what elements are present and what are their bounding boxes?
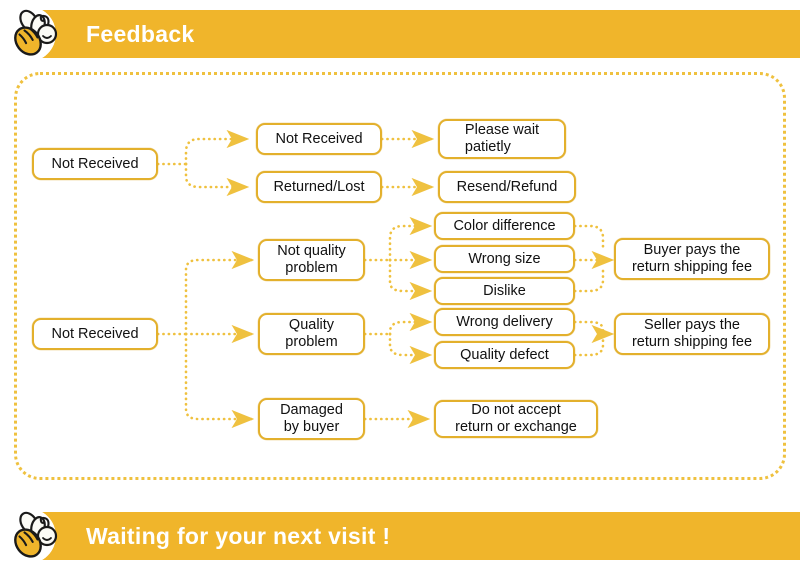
node-wrong-size[interactable]: Wrong size bbox=[434, 245, 575, 273]
node-label: Wrong size bbox=[468, 250, 541, 267]
node-label: Quality problem bbox=[285, 317, 338, 350]
node-label: Not Received bbox=[51, 325, 139, 342]
node-label: Please wait patietly bbox=[464, 122, 540, 155]
node-label: Buyer pays the return shipping fee bbox=[631, 242, 753, 275]
node-not-quality-problem[interactable]: Not quality problem bbox=[258, 239, 365, 281]
node-label: Not Received bbox=[275, 130, 363, 147]
node-label: Not quality problem bbox=[277, 243, 346, 276]
node-quality-problem[interactable]: Quality problem bbox=[258, 313, 365, 355]
node-label: Do not accept return or exchange bbox=[455, 402, 577, 435]
node-do-not-accept[interactable]: Do not accept return or exchange bbox=[434, 400, 598, 438]
node-buyer-pays[interactable]: Buyer pays the return shipping fee bbox=[614, 238, 770, 280]
node-damaged-by-buyer[interactable]: Damaged by buyer bbox=[258, 398, 365, 440]
node-seller-pays[interactable]: Seller pays the return shipping fee bbox=[614, 313, 770, 355]
header-watermark bbox=[598, 14, 768, 50]
footer-title: Waiting for your next visit ! bbox=[86, 523, 391, 549]
node-color-difference[interactable]: Color difference bbox=[434, 212, 575, 240]
footer-banner: Waiting for your next visit ! bbox=[0, 511, 800, 560]
node-root-top[interactable]: Not Received bbox=[32, 148, 158, 180]
node-resend-refund[interactable]: Resend/Refund bbox=[438, 171, 576, 203]
node-label: Returned/Lost bbox=[273, 178, 365, 195]
node-root-bottom[interactable]: Not Received bbox=[32, 318, 158, 350]
node-label: Not Received bbox=[51, 155, 139, 172]
node-label: Wrong delivery bbox=[456, 313, 553, 330]
node-label: Seller pays the return shipping fee bbox=[631, 317, 753, 350]
node-label: Dislike bbox=[483, 282, 526, 299]
node-quality-defect[interactable]: Quality defect bbox=[434, 341, 575, 369]
node-label: Resend/Refund bbox=[456, 178, 558, 195]
header-banner: Feedback bbox=[0, 9, 800, 58]
bee-icon bbox=[14, 9, 58, 56]
node-not-received-2[interactable]: Not Received bbox=[256, 123, 382, 155]
page-title: Feedback bbox=[86, 21, 195, 47]
bee-icon bbox=[14, 511, 58, 558]
node-returned-lost[interactable]: Returned/Lost bbox=[256, 171, 382, 203]
node-please-wait[interactable]: Please wait patietly bbox=[438, 119, 566, 159]
node-wrong-delivery[interactable]: Wrong delivery bbox=[434, 308, 575, 336]
node-label: Color difference bbox=[453, 217, 556, 234]
node-dislike[interactable]: Dislike bbox=[434, 277, 575, 305]
node-label: Quality defect bbox=[460, 346, 549, 363]
node-label: Damaged by buyer bbox=[280, 402, 343, 435]
